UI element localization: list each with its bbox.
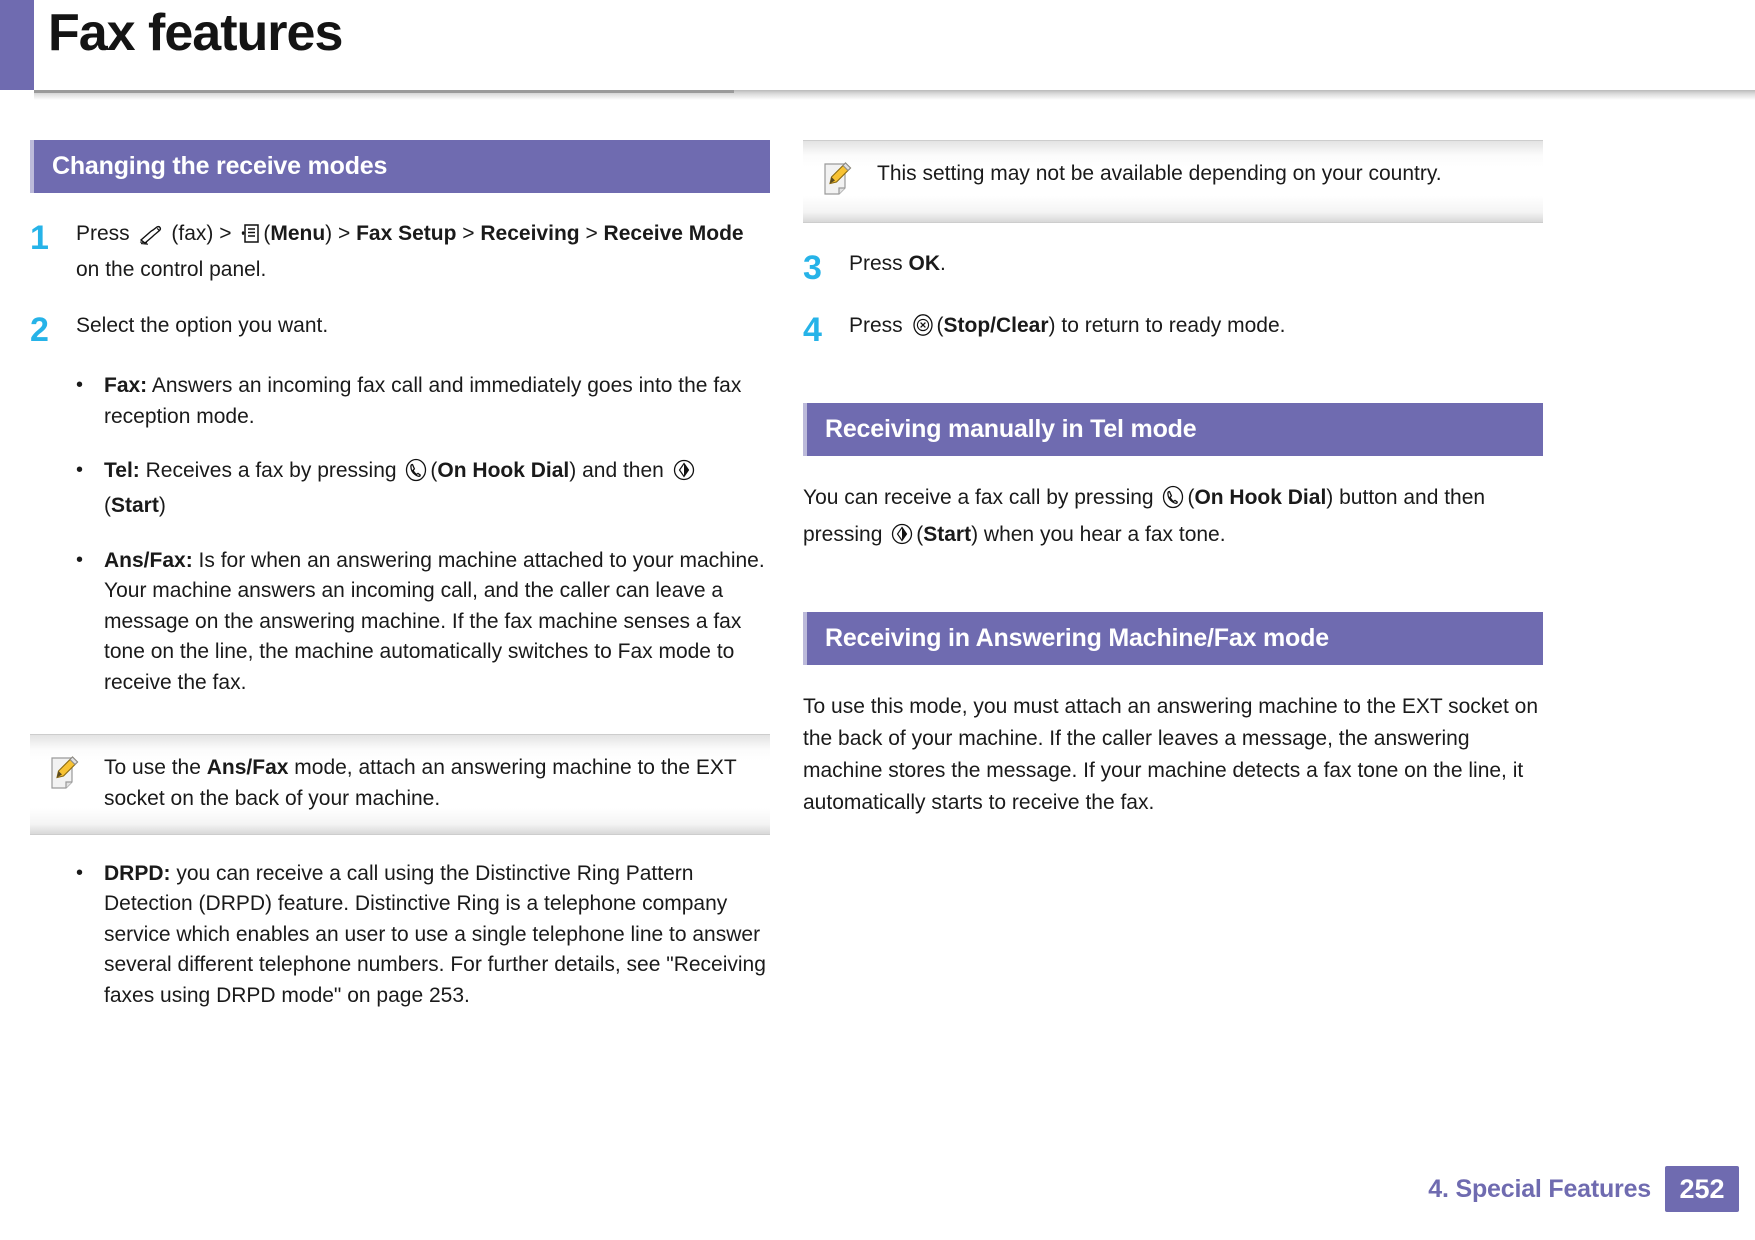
step-4-body: Press (Stop/Clear) to return to ready mo… [849, 311, 1543, 346]
section-heading-changing-receive-modes: Changing the receive modes [34, 140, 770, 194]
start-icon [672, 458, 696, 491]
section-heading-receiving-ansmachine-fax-mode: Receiving in Answering Machine/Fax mode [807, 612, 1543, 666]
desc-tel-b2-close: ) [158, 494, 166, 518]
desc-drpd: you can receive a call using the Distinc… [104, 861, 766, 1007]
step-4: 4 Press (Stop/Clear) to return to ready … [803, 311, 1543, 347]
bullet-marker: • [76, 374, 84, 397]
para-tel-a: You can receive a fax call by pressing [803, 486, 1160, 510]
note-bold-ansfax: Ans/Fax [206, 756, 289, 780]
step-3-body: Press OK. [849, 249, 1543, 279]
list-item-ansfax-mode: • Ans/Fax: Is for when an answering mach… [30, 546, 770, 698]
btn-on-hook-dial-label: On Hook Dial [1194, 486, 1327, 510]
on-hook-dial-icon [404, 458, 428, 491]
step-2-body: Select the option you want. [76, 314, 329, 338]
step-1-tail: on the control panel. [76, 257, 267, 281]
step-1-sep-2: > [579, 222, 604, 246]
term-fax: Fax: [104, 374, 148, 398]
btn-start-label: Start [923, 523, 972, 547]
note-text-ansfax: To use the Ans/Fax mode, attach an answe… [104, 753, 760, 814]
desc-tel-b2-open: ( [104, 494, 111, 518]
step-4-number: 4 [803, 311, 822, 349]
paragraph-receiving-ansmachine-fax-mode: To use this mode, you must attach an ans… [803, 695, 1539, 815]
step-1-path-receiving: Receiving [480, 222, 580, 246]
term-tel: Tel: [104, 459, 140, 482]
list-item-text: DRPD: you can receive a call using the D… [104, 859, 770, 1011]
btn-start-label: Start [111, 494, 159, 518]
step-1: 1 Press (fax) > (Menu) > Fax Setup > Rec… [30, 219, 770, 285]
term-ansfax: Ans/Fax: [104, 548, 193, 572]
step-1-press-label: Press [76, 222, 130, 246]
note-box-ansfax: To use the Ans/Fax mode, attach an answe… [30, 734, 770, 835]
section-receiving-tel-mode: Receiving manually in Tel mode [803, 403, 1543, 457]
stop-clear-icon [911, 313, 935, 346]
note-text-country: This setting may not be available depend… [877, 162, 1442, 185]
footer-inner: 4. Special Features 252 [1428, 1166, 1739, 1212]
section-receiving-ansmachine-fax-mode: Receiving in Answering Machine/Fax mode [803, 612, 1543, 666]
step-4-text-a: Press [849, 314, 909, 337]
step-1-path-receive-mode: Receive Mode [603, 222, 744, 246]
desc-ansfax: Is for when an answering machine attache… [104, 548, 765, 694]
page-header: Fax features [0, 0, 1755, 100]
step-3: 3 Press OK. [803, 249, 1543, 285]
desc-fax: Answers an incoming fax call and immedia… [104, 374, 742, 428]
step-3-text-a: Press [849, 252, 909, 275]
bullet-marker: • [76, 861, 84, 884]
list-item-tel-mode: • Tel: Receives a fax by pressing ( On Ho… [30, 456, 770, 522]
header-divider [34, 90, 1755, 100]
title-accent-bar [0, 0, 34, 90]
bullet-marker: • [76, 459, 84, 481]
desc-tel-b1-close: ) and then [569, 459, 670, 482]
step-3-text-b: . [940, 252, 946, 275]
page-title: Fax features [48, 4, 343, 62]
step-1-fax-label: (fax) > [171, 222, 232, 246]
btn-stop-clear-label: Stop/Clear [943, 314, 1049, 337]
step-2: 2 Select the option you want. [30, 311, 770, 347]
on-hook-dial-icon [1161, 485, 1185, 519]
step-1-sep-1: > [456, 222, 481, 246]
list-item-text: Fax: Answers an incoming fax call and im… [104, 371, 770, 432]
note-text-a: To use the [104, 756, 207, 780]
btn-ok-label: OK [908, 252, 941, 275]
step-1-body: Press (fax) > (Menu) > Fax Setup > Recei… [76, 219, 770, 285]
footer-chapter-label: 4. Special Features [1428, 1174, 1651, 1203]
list-item-text: Tel: Receives a fax by pressing ( On Hook… [104, 456, 770, 522]
left-column: Changing the receive modes 1 Press (fax)… [30, 140, 770, 1011]
step-4-btn-open: ( [936, 314, 944, 337]
note-box-country: This setting may not be available depend… [803, 140, 1543, 223]
step-3-number: 3 [803, 249, 822, 287]
btn-on-hook-dial-label: On Hook Dial [437, 459, 570, 482]
page-footer: 4. Special Features 252 [0, 1166, 1755, 1212]
step-2-number: 2 [30, 311, 49, 350]
step-4-btn-close: ) to return to ready mode. [1048, 314, 1286, 337]
list-item-drpd-mode: • DRPD: you can receive a call using the… [30, 859, 770, 1011]
footer-page-number: 252 [1665, 1166, 1739, 1212]
step-1-number: 1 [30, 219, 49, 258]
step-1-menu-close: ) > [325, 222, 357, 246]
bullet-marker: • [76, 548, 84, 571]
section-changing-receive-modes: Changing the receive modes [30, 140, 770, 194]
term-drpd: DRPD: [104, 861, 171, 885]
right-column: This setting may not be available depend… [803, 140, 1543, 819]
start-icon [890, 522, 914, 556]
menu-document-icon [239, 223, 261, 254]
list-item-text: Ans/Fax: Is for when an answering machin… [104, 546, 770, 698]
fax-handset-icon [138, 224, 164, 254]
step-1-menu-bold: Menu [270, 222, 326, 246]
section-heading-receiving-tel-mode: Receiving manually in Tel mode [807, 403, 1543, 457]
note-pencil-icon [803, 159, 877, 202]
desc-tel-a: Receives a fax by pressing [139, 459, 403, 482]
note-pencil-icon [30, 753, 104, 796]
list-item-fax-mode: • Fax: Answers an incoming fax call and … [30, 371, 770, 432]
step-1-path-fax-setup: Fax Setup [356, 222, 457, 246]
paragraph-receiving-tel-mode: You can receive a fax call by pressing (… [803, 482, 1543, 556]
para-tel-b2-close: ) when you hear a fax tone. [971, 523, 1226, 547]
